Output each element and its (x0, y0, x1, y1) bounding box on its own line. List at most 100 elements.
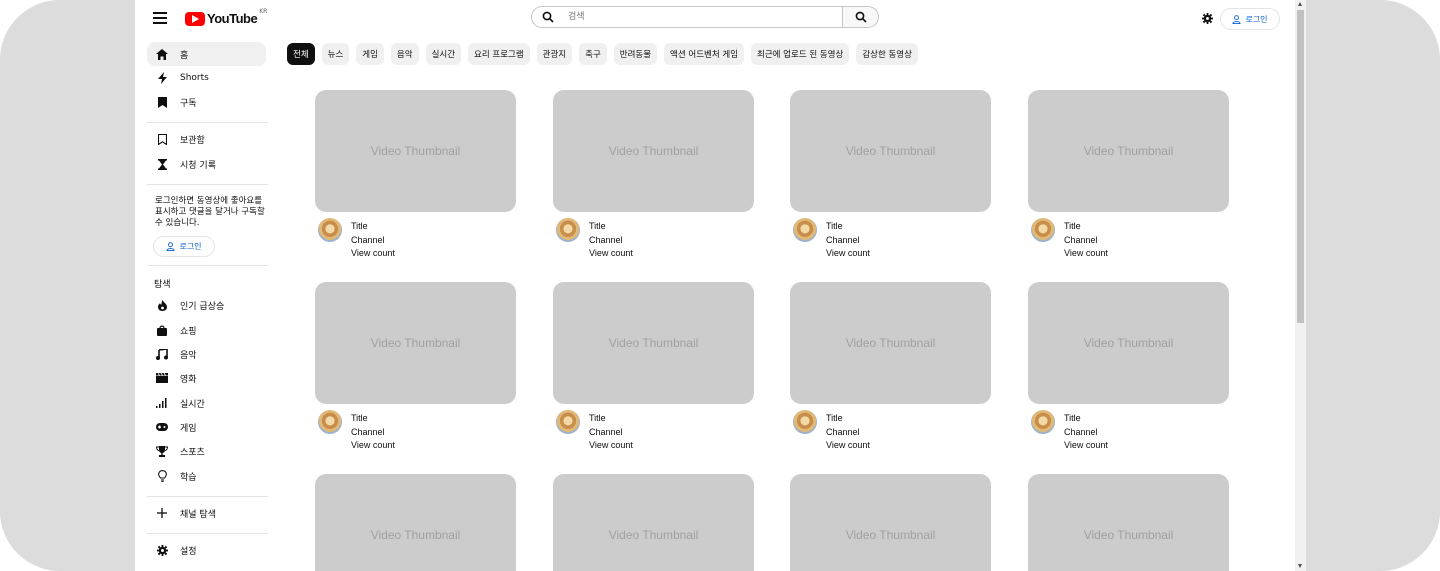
sidebar-item-movies[interactable]: 영화 (147, 366, 266, 390)
sidebar-item-trending[interactable]: 인기 급상승 (147, 293, 266, 317)
chip-games[interactable]: 게임 (356, 43, 384, 65)
video-card[interactable]: Video Thumbnail Title Channel View count (553, 90, 755, 258)
video-thumbnail[interactable]: Video Thumbnail (315, 90, 516, 212)
video-title[interactable]: Title (1064, 412, 1108, 426)
video-title[interactable]: Title (1064, 220, 1108, 234)
channel-name[interactable]: Channel (589, 426, 633, 440)
scroll-up-arrow-icon[interactable] (1298, 2, 1302, 6)
sidebar-divider (147, 122, 268, 123)
sidebar-item-library[interactable]: 보관함 (147, 127, 266, 151)
sidebar-item-shorts[interactable]: Shorts (147, 66, 266, 90)
video-card[interactable]: Video Thumbnail Title Channel View count (1028, 282, 1230, 450)
video-title[interactable]: Title (351, 412, 395, 426)
sidebar-item-label: 시청 기록 (180, 160, 216, 171)
channel-name[interactable]: Channel (351, 234, 395, 248)
chip-watched[interactable]: 감상한 동영상 (856, 43, 918, 65)
channel-name[interactable]: Channel (1064, 234, 1108, 248)
sidebar-item-browse-channels[interactable]: 채널 탐색 (147, 501, 266, 525)
video-title[interactable]: Title (351, 220, 395, 234)
sidebar-item-live[interactable]: 실시간 (147, 391, 266, 415)
subscriptions-icon (156, 96, 168, 108)
channel-avatar[interactable] (1031, 410, 1055, 434)
video-thumbnail[interactable]: Video Thumbnail (315, 474, 516, 571)
channel-avatar[interactable] (793, 410, 817, 434)
video-card[interactable]: Video Thumbnail Title Channel View count (1028, 90, 1230, 258)
channel-avatar[interactable] (793, 218, 817, 242)
video-thumbnail[interactable]: Video Thumbnail (315, 282, 516, 404)
video-card[interactable]: Video Thumbnail (315, 474, 517, 571)
youtube-logo[interactable]: YouTube KR (185, 8, 267, 26)
video-title[interactable]: Title (826, 412, 870, 426)
video-thumbnail[interactable]: Video Thumbnail (790, 282, 991, 404)
menu-button[interactable] (153, 12, 167, 24)
video-thumbnail[interactable]: Video Thumbnail (1028, 282, 1229, 404)
chip-live[interactable]: 실시간 (425, 43, 462, 65)
chip-soccer[interactable]: 축구 (579, 43, 607, 65)
sidebar-item-sports[interactable]: 스포츠 (147, 439, 266, 463)
video-card[interactable]: Video Thumbnail (1028, 474, 1230, 571)
channel-avatar[interactable] (318, 218, 342, 242)
channel-name[interactable]: Channel (1064, 426, 1108, 440)
channel-name[interactable]: Channel (826, 234, 870, 248)
video-thumbnail[interactable]: Video Thumbnail (790, 90, 991, 212)
login-label: 로그인 (179, 242, 202, 251)
chip-news[interactable]: 뉴스 (321, 43, 350, 65)
logo-text: YouTube (207, 11, 258, 26)
search-bar[interactable] (531, 6, 842, 28)
sidebar-item-label: 음악 (180, 350, 197, 361)
chip-pets[interactable]: 반려동물 (613, 43, 658, 65)
chip-recently-uploaded[interactable]: 최근에 업로드 된 동영상 (751, 43, 850, 65)
channel-name[interactable]: Channel (589, 234, 633, 248)
sidebar-item-music[interactable]: 음악 (147, 342, 266, 366)
video-thumbnail[interactable]: Video Thumbnail (553, 474, 754, 571)
settings-gear-icon[interactable] (1202, 13, 1213, 24)
video-card[interactable]: Video Thumbnail Title Channel View count (315, 282, 517, 450)
video-card[interactable]: Video Thumbnail Title Channel View count (553, 282, 755, 450)
video-thumbnail[interactable]: Video Thumbnail (790, 474, 991, 571)
sidebar-item-history[interactable]: 시청 기록 (147, 152, 266, 176)
sidebar-item-label: 채널 탐색 (180, 509, 216, 520)
sidebar-item-settings[interactable]: 설정 (147, 538, 266, 562)
video-card[interactable]: Video Thumbnail Title Channel View count (790, 282, 992, 450)
channel-name[interactable]: Channel (826, 426, 870, 440)
chip-cooking-shows[interactable]: 요리 프로그램 (468, 43, 530, 65)
chip-music[interactable]: 음악 (390, 43, 419, 65)
sidebar-item-home[interactable]: 홈 (147, 42, 266, 66)
video-title[interactable]: Title (589, 412, 633, 426)
chip-action-adventure-games[interactable]: 액션 어드벤처 게임 (664, 43, 745, 65)
channel-avatar[interactable] (1031, 218, 1055, 242)
video-card[interactable]: Video Thumbnail (790, 474, 992, 571)
chip-all[interactable]: 전체 (287, 43, 315, 65)
video-thumbnail[interactable]: Video Thumbnail (1028, 90, 1229, 212)
channel-avatar[interactable] (556, 218, 580, 242)
video-title[interactable]: Title (589, 220, 633, 234)
page-scrollbar[interactable] (1295, 0, 1306, 571)
sidebar-login-button[interactable]: 로그인 (153, 236, 215, 257)
video-card[interactable]: Video Thumbnail (553, 474, 755, 571)
channel-avatar[interactable] (318, 410, 342, 434)
video-thumbnail[interactable]: Video Thumbnail (553, 282, 754, 404)
search-button[interactable] (842, 6, 879, 28)
login-label: 로그인 (1245, 14, 1268, 24)
sidebar-item-gaming[interactable]: 게임 (147, 415, 266, 439)
sidebar-item-subscriptions[interactable]: 구독 (147, 90, 266, 114)
video-card[interactable]: Video Thumbnail Title Channel View count (315, 90, 517, 258)
scroll-down-arrow-icon[interactable] (1298, 564, 1302, 568)
chip-tourist-spots[interactable]: 관광지 (536, 43, 573, 65)
video-card[interactable]: Video Thumbnail Title Channel View count (790, 90, 992, 258)
login-button[interactable]: 로그인 (1220, 8, 1280, 30)
search-input[interactable] (566, 11, 810, 23)
sidebar-item-learning[interactable]: 학습 (147, 464, 266, 488)
trophy-icon (156, 445, 168, 457)
video-thumbnail[interactable]: Video Thumbnail (1028, 474, 1229, 571)
sidebar-divider (147, 184, 268, 185)
video-title[interactable]: Title (826, 220, 870, 234)
scrollbar-thumb[interactable] (1297, 10, 1304, 323)
channel-name[interactable]: Channel (351, 426, 395, 440)
gaming-icon (156, 421, 168, 433)
trending-icon (156, 299, 168, 311)
video-thumbnail[interactable]: Video Thumbnail (553, 90, 754, 212)
sidebar-item-label: 실시간 (180, 399, 205, 410)
channel-avatar[interactable] (556, 410, 580, 434)
sidebar-item-shopping[interactable]: 쇼핑 (147, 318, 266, 342)
